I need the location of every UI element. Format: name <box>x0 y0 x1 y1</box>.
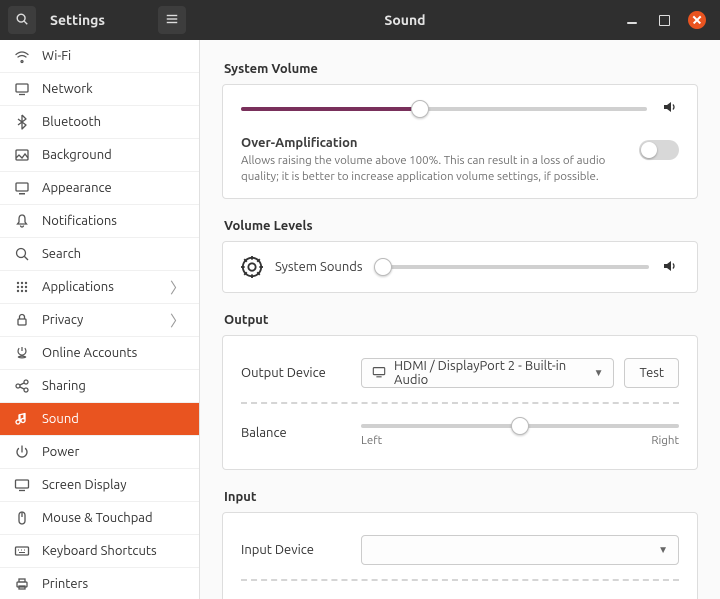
sidebar-item-label: Sharing <box>42 379 86 393</box>
wi-fi-icon <box>14 48 30 64</box>
sidebar-item-online-accounts[interactable]: Online Accounts <box>0 337 199 370</box>
section-title-volume-levels: Volume Levels <box>224 219 698 233</box>
sidebar-item-label: Privacy <box>42 313 83 327</box>
screen-display-icon <box>14 477 30 493</box>
window-maximize-button[interactable] <box>656 12 672 28</box>
page-title: Sound <box>186 12 624 28</box>
app-name: Settings <box>50 12 105 28</box>
sidebar-item-label: Screen Display <box>42 478 126 492</box>
privacy-icon <box>14 312 30 328</box>
chevron-right-icon: 〉 <box>170 277 185 298</box>
sidebar-item-power[interactable]: Power <box>0 436 199 469</box>
background-icon <box>14 147 30 163</box>
sound-icon <box>14 411 30 427</box>
sidebar-item-bluetooth[interactable]: Bluetooth <box>0 106 199 139</box>
section-title-system-volume: System Volume <box>224 62 698 76</box>
balance-slider[interactable] <box>361 424 679 428</box>
system-volume-card: Over-Amplification Allows raising the vo… <box>222 84 698 199</box>
sidebar-item-applications[interactable]: Applications 〉 <box>0 271 199 304</box>
output-device-dropdown[interactable]: HDMI / DisplayPort 2 - Built-in Audio ▼ <box>361 358 614 388</box>
sidebar-item-printers[interactable]: Printers <box>0 568 199 599</box>
output-device-label: Output Device <box>241 366 361 380</box>
gear-icon <box>241 256 263 278</box>
notifications-icon <box>14 213 30 229</box>
window-minimize-button[interactable] <box>624 12 640 28</box>
sidebar-item-wi-fi[interactable]: Wi-Fi <box>0 40 199 73</box>
system-sounds-thumb[interactable] <box>374 258 392 276</box>
system-volume-slider[interactable] <box>241 107 647 111</box>
over-amp-sub: Allows raising the volume above 100%. Th… <box>241 153 625 184</box>
bluetooth-icon <box>14 114 30 130</box>
sidebar: Wi-Fi Network Bluetooth Background Appearanc… <box>0 40 200 599</box>
sidebar-item-mouse-touchpad[interactable]: Mouse & Touchpad <box>0 502 199 535</box>
sidebar-item-label: Applications <box>42 280 114 294</box>
system-volume-thumb[interactable] <box>411 100 429 118</box>
section-title-output: Output <box>224 313 698 327</box>
keyboard-shortcuts-icon <box>14 543 30 559</box>
sidebar-item-label: Wi-Fi <box>42 49 71 63</box>
appearance-icon <box>14 180 30 196</box>
input-device-label: Input Device <box>241 543 361 557</box>
sidebar-item-screen-display[interactable]: Screen Display <box>0 469 199 502</box>
search-icon <box>14 246 30 262</box>
sidebar-item-privacy[interactable]: Privacy 〉 <box>0 304 199 337</box>
sidebar-item-notifications[interactable]: Notifications <box>0 205 199 238</box>
sidebar-item-label: Power <box>42 445 79 459</box>
chevron-right-icon: 〉 <box>170 310 185 331</box>
chevron-down-icon: ▼ <box>594 367 604 379</box>
content: System Volume Over-Amplification Allows … <box>200 40 720 599</box>
input-card: Input Device ▼ Configuration ▼ <box>222 512 698 599</box>
network-icon <box>14 81 30 97</box>
sidebar-item-background[interactable]: Background <box>0 139 199 172</box>
balance-thumb[interactable] <box>511 417 529 435</box>
sharing-icon <box>14 378 30 394</box>
system-sounds-label: System Sounds <box>275 260 363 274</box>
sidebar-item-sound[interactable]: Sound <box>0 403 199 436</box>
balance-left-label: Left <box>361 434 382 447</box>
applications-icon <box>14 279 30 295</box>
monitor-icon <box>372 365 386 382</box>
output-device-value: HDMI / DisplayPort 2 - Built-in Audio <box>394 359 586 387</box>
sidebar-item-label: Network <box>42 82 93 96</box>
sidebar-item-keyboard-shortcuts[interactable]: Keyboard Shortcuts <box>0 535 199 568</box>
hamburger-icon <box>165 12 179 29</box>
sidebar-item-label: Bluetooth <box>42 115 101 129</box>
volume-icon <box>661 258 679 277</box>
sidebar-item-search[interactable]: Search <box>0 238 199 271</box>
over-amp-toggle[interactable] <box>639 140 679 160</box>
sidebar-item-label: Appearance <box>42 181 112 195</box>
search-icon <box>15 12 29 29</box>
mouse-touchpad-icon <box>14 510 30 526</box>
chevron-down-icon: ▼ <box>658 544 668 556</box>
output-card: Output Device HDMI / DisplayPort 2 - Bui… <box>222 335 698 470</box>
input-device-dropdown[interactable]: ▼ <box>361 535 679 565</box>
power-icon <box>14 444 30 460</box>
sidebar-item-label: Online Accounts <box>42 346 137 360</box>
section-title-input: Input <box>224 490 698 504</box>
sidebar-item-label: Background <box>42 148 112 162</box>
printers-icon <box>14 576 30 592</box>
search-button[interactable] <box>8 6 36 34</box>
system-sounds-slider[interactable] <box>375 265 649 269</box>
volume-icon <box>661 99 679 118</box>
balance-right-label: Right <box>651 434 679 447</box>
over-amp-title: Over-Amplification <box>241 136 625 150</box>
sidebar-item-label: Mouse & Touchpad <box>42 511 153 525</box>
sidebar-item-label: Notifications <box>42 214 117 228</box>
sidebar-item-label: Sound <box>42 412 79 426</box>
online-accounts-icon <box>14 345 30 361</box>
titlebar: Settings Sound <box>0 0 720 40</box>
hamburger-button[interactable] <box>158 6 186 34</box>
sidebar-item-appearance[interactable]: Appearance <box>0 172 199 205</box>
sidebar-item-sharing[interactable]: Sharing <box>0 370 199 403</box>
sidebar-item-network[interactable]: Network <box>0 73 199 106</box>
test-button[interactable]: Test <box>624 358 679 388</box>
sidebar-item-label: Search <box>42 247 81 261</box>
sidebar-item-label: Printers <box>42 577 88 591</box>
balance-label: Balance <box>241 424 361 440</box>
window-close-button[interactable] <box>688 11 706 29</box>
sidebar-item-label: Keyboard Shortcuts <box>42 544 157 558</box>
volume-levels-card: System Sounds <box>222 241 698 293</box>
